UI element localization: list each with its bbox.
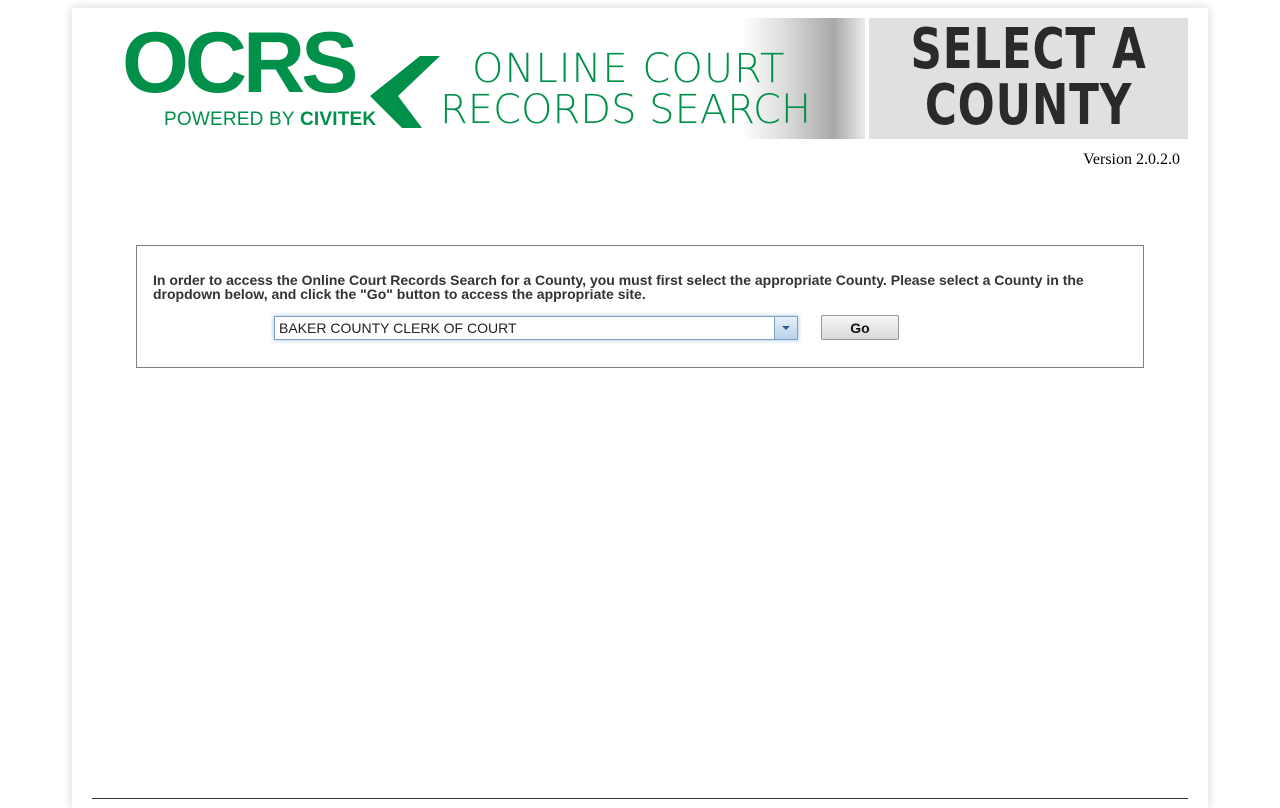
ocrs-banner: OCRS POWERED BY CIVITEK ONLINE COURT REC…: [92, 18, 865, 139]
county-dropdown-value: BAKER COUNTY CLERK OF COURT: [279, 320, 517, 336]
county-selection-panel: In order to access the Online Court Reco…: [136, 245, 1144, 368]
page-heading-line1: SELECT A: [910, 17, 1147, 82]
powered-by-brand: CIVITEK: [299, 109, 377, 130]
page-heading-banner: SELECT A COUNTY: [869, 18, 1188, 139]
site-title-line1: ONLINE COURT: [472, 46, 786, 92]
page-heading: SELECT A COUNTY: [904, 22, 1153, 134]
powered-by-civitek: POWERED BY CIVITEK: [164, 109, 376, 131]
instructions-text: In order to access the Online Court Reco…: [153, 272, 1084, 302]
powered-by-prefix: POWERED BY: [164, 109, 300, 130]
version-label: Version 2.0.2.0: [1083, 151, 1180, 168]
county-dropdown[interactable]: BAKER COUNTY CLERK OF COURT: [274, 316, 798, 340]
page-heading-line2: COUNTY: [924, 73, 1133, 138]
page-container: OCRS POWERED BY CIVITEK ONLINE COURT REC…: [72, 8, 1208, 808]
left-chevron-icon: [370, 56, 440, 128]
site-title-line2: RECORDS SEARCH: [440, 87, 812, 133]
footer-divider: [92, 798, 1188, 799]
chevron-down-icon[interactable]: [774, 317, 797, 339]
go-button[interactable]: Go: [821, 315, 899, 340]
ocrs-logo: OCRS: [122, 18, 358, 111]
